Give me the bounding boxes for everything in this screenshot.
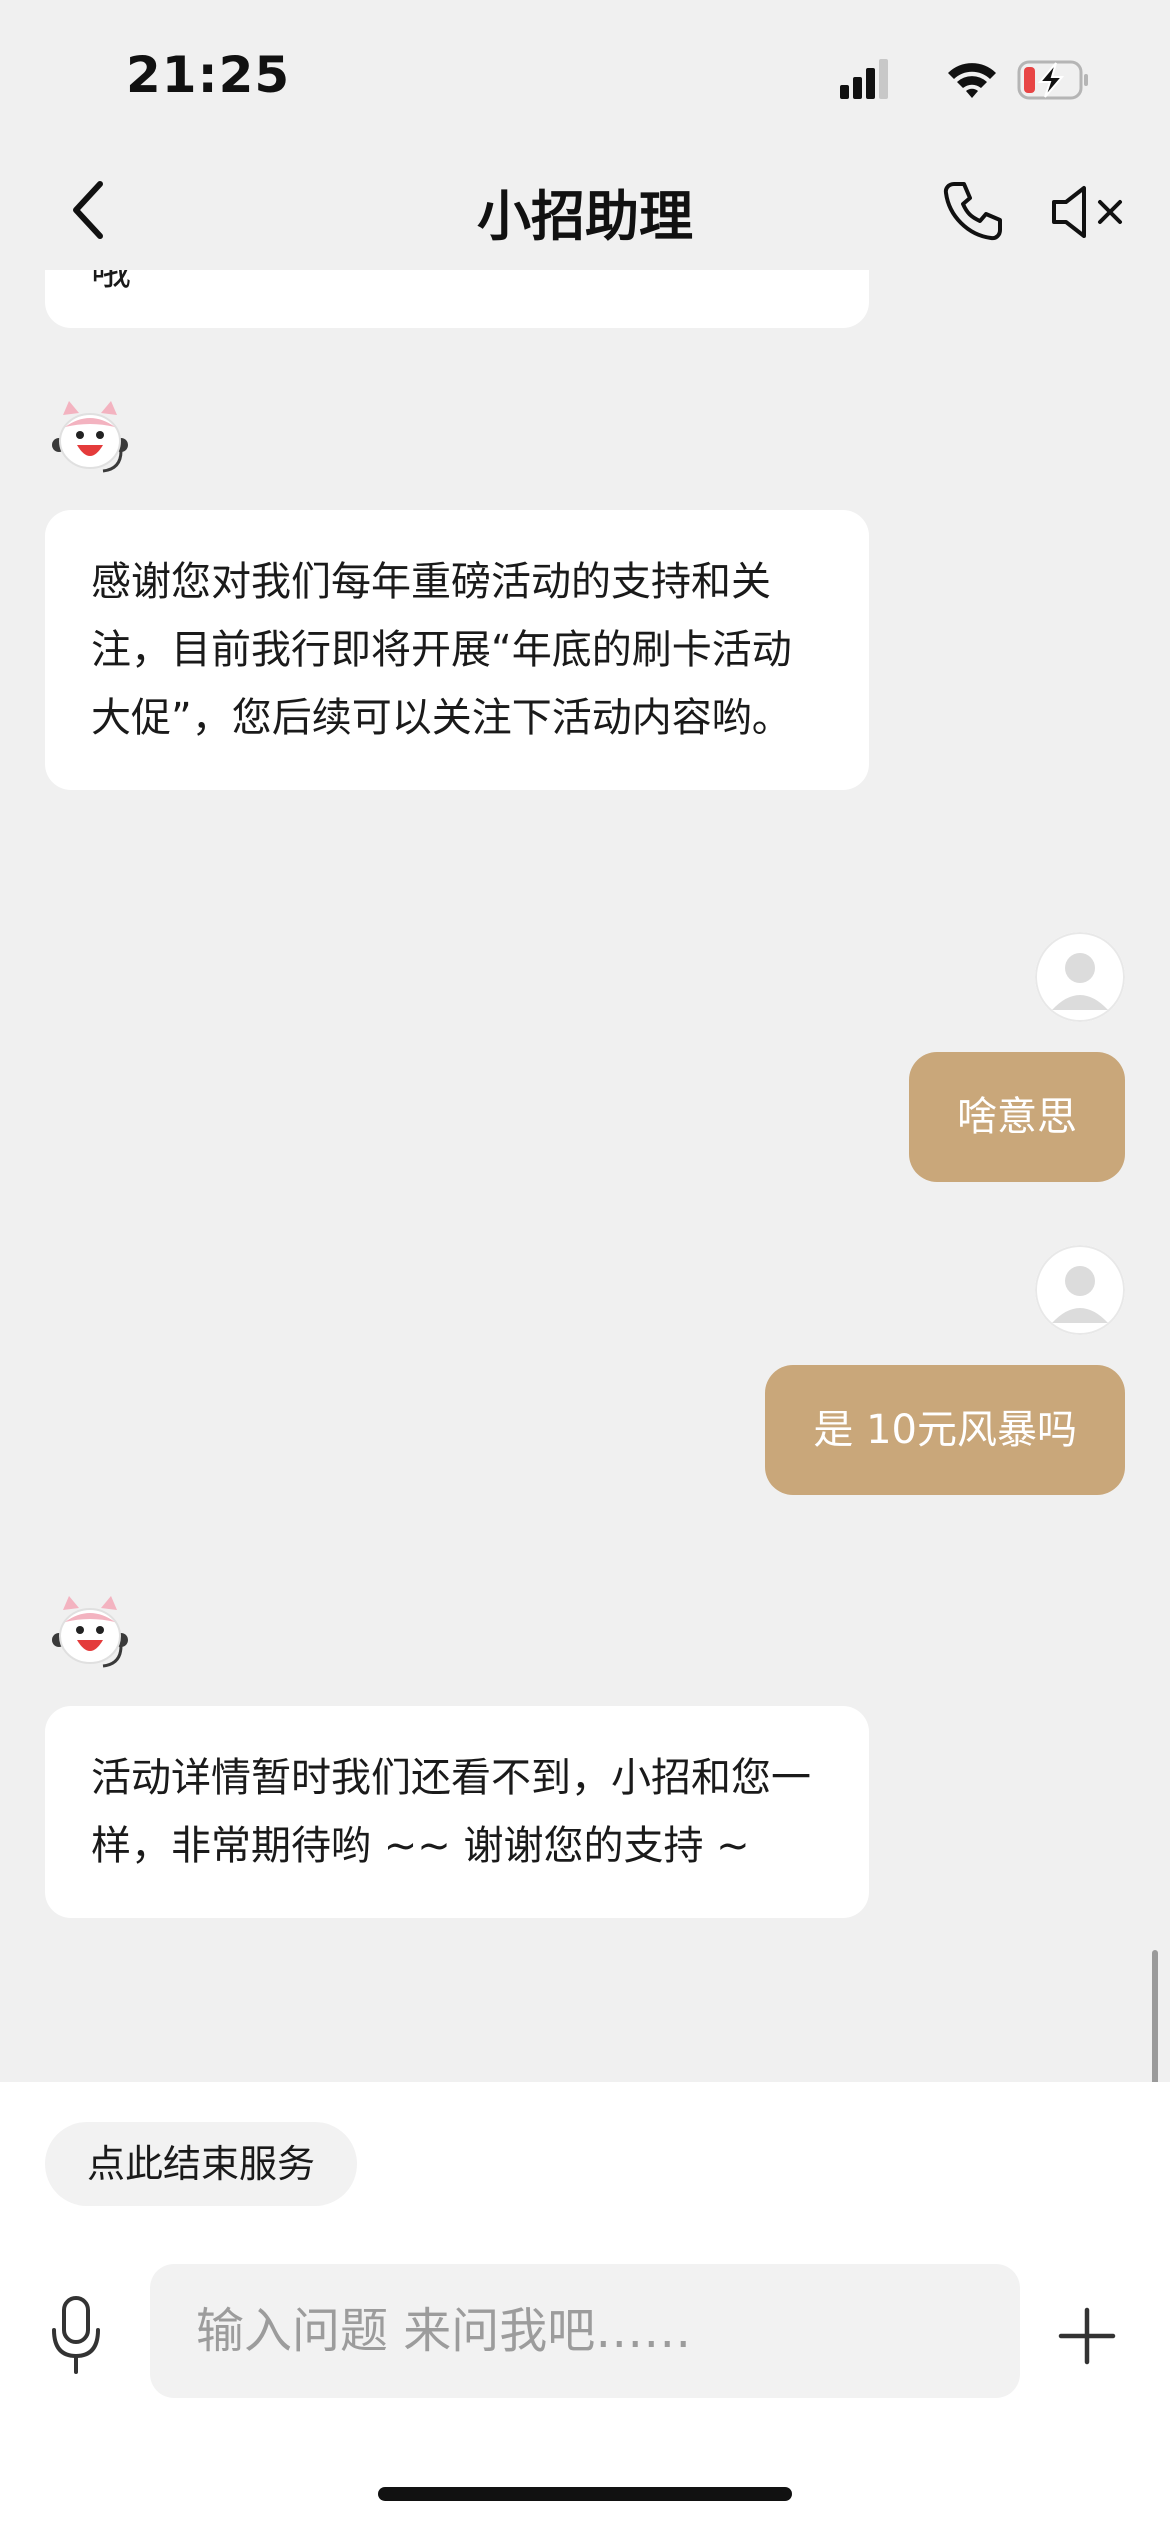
- bot-avatar: [45, 395, 135, 485]
- bottom-panel: 点此结束服务: [0, 2082, 1170, 2532]
- user-avatar: [1035, 932, 1125, 1022]
- wifi-icon: [948, 63, 996, 98]
- user-message: 啥意思: [909, 1052, 1125, 1182]
- home-indicator[interactable]: [378, 2487, 792, 2501]
- bot-avatar: [45, 1590, 135, 1680]
- plus-icon[interactable]: [1055, 2304, 1119, 2368]
- message-text: 是 10元风暴吗: [813, 1407, 1077, 1453]
- battery-charging-icon: [1017, 60, 1088, 100]
- chat-scrollbar[interactable]: [1152, 1950, 1158, 2082]
- nav-bar: 小招助理: [0, 150, 1170, 270]
- signal-icon: [840, 59, 888, 99]
- message-text: 哦: [91, 270, 131, 294]
- user-message: 是 10元风暴吗: [765, 1365, 1125, 1495]
- message-text: 啥意思: [957, 1094, 1077, 1140]
- user-avatar: [1035, 1245, 1125, 1335]
- speaker-muted-icon[interactable]: [1050, 182, 1130, 242]
- phone-icon[interactable]: [940, 178, 1006, 244]
- end-service-button[interactable]: 点此结束服务: [45, 2122, 358, 2206]
- status-icons: [840, 55, 1090, 105]
- question-input[interactable]: [150, 2264, 1020, 2398]
- bot-message: 活动详情暂时我们还看不到，小招和您一样，非常期待哟 ~~ 谢谢您的支持 ~: [45, 1706, 869, 1918]
- message-text: 感谢您对我们每年重磅活动的支持和关注，目前我行即将开展“年底的刷卡活动大促”，您…: [91, 559, 792, 741]
- status-bar: 21:25: [0, 0, 1170, 150]
- bot-message: 感谢您对我们每年重磅活动的支持和关注，目前我行即将开展“年底的刷卡活动大促”，您…: [45, 510, 869, 790]
- status-time: 21:25: [126, 46, 291, 104]
- bot-message-partial: 哦: [45, 270, 869, 328]
- message-text: 活动详情暂时我们还看不到，小招和您一样，非常期待哟 ~~ 谢谢您的支持 ~: [91, 1755, 811, 1869]
- microphone-icon[interactable]: [48, 2294, 104, 2378]
- chat-area[interactable]: 哦 感谢您对我们每年重磅活动的支持和关注，目前我行即将开展“年底的刷卡活动大促”…: [0, 270, 1170, 2082]
